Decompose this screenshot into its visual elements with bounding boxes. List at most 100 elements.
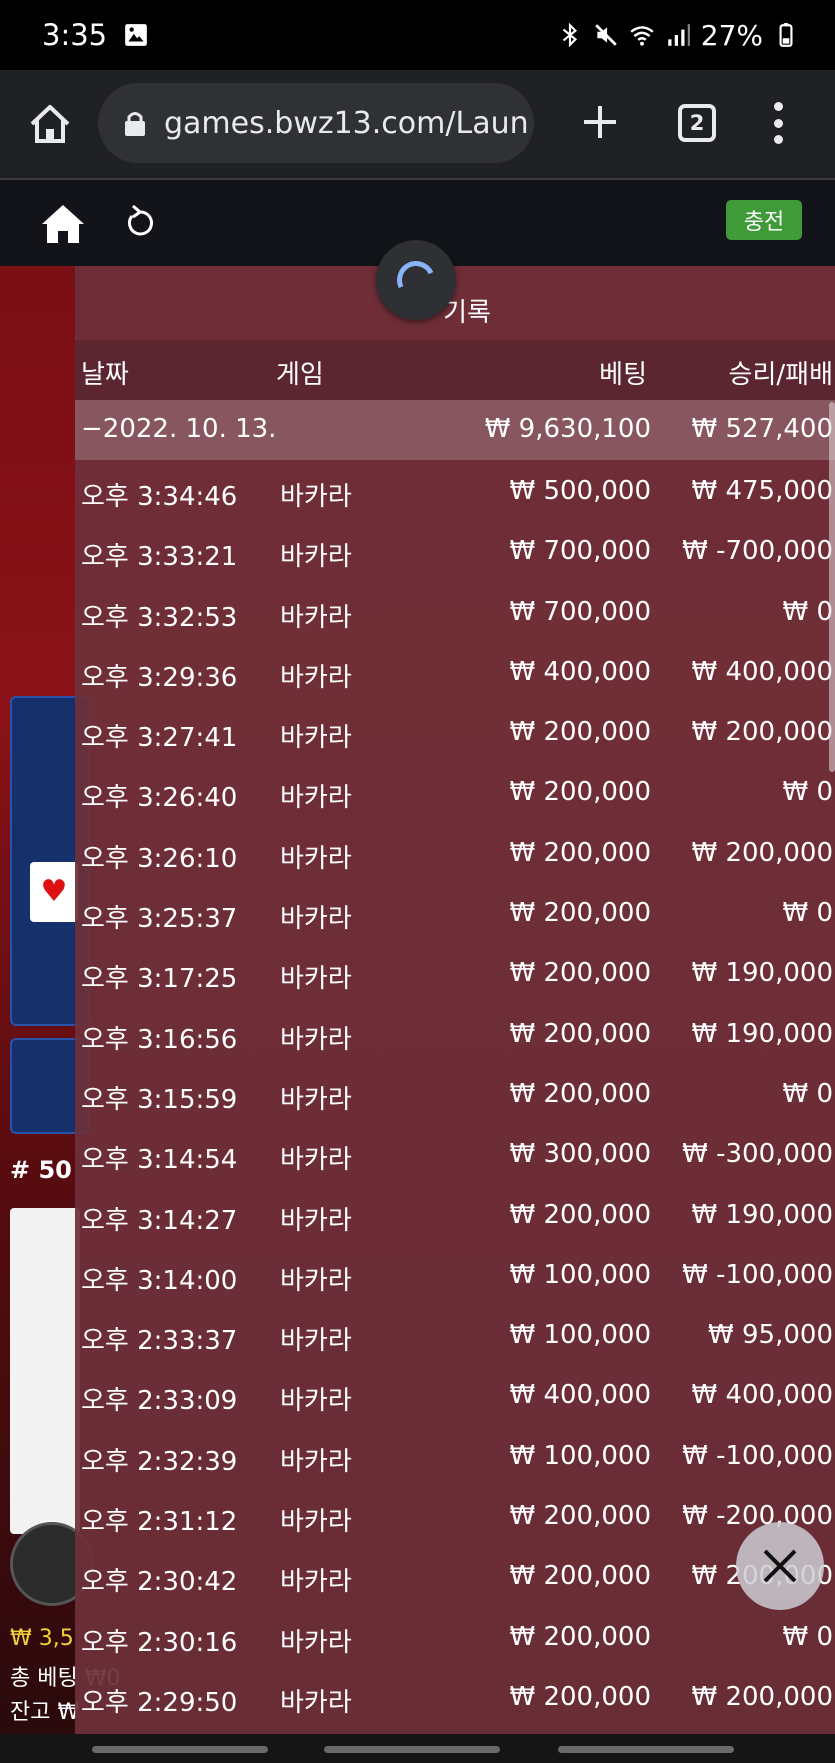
row-time: 오후 2:29:50	[81, 1687, 238, 1718]
history-row[interactable]: 오후 3:17:25 바카라 ₩ 200,000 ₩ 190,000	[75, 942, 835, 1002]
row-bet: ₩ 100,000	[509, 1259, 652, 1290]
row-time: 오후 3:26:40	[81, 783, 238, 814]
row-game: 바카라	[280, 723, 352, 754]
row-bet: ₩ 200,000	[509, 1199, 652, 1230]
row-win-loss: ₩ 0	[782, 596, 833, 627]
row-win-loss: ₩ 0	[782, 777, 833, 808]
row-win-loss: ₩ -300,000	[682, 1139, 833, 1170]
summary-date: −2022. 10. 13.	[81, 414, 277, 444]
row-game: 바카라	[280, 1024, 352, 1055]
row-game: 바카라	[280, 783, 352, 814]
row-win-loss: ₩ 200,000	[691, 717, 834, 748]
refresh-icon[interactable]	[124, 204, 156, 240]
history-row[interactable]: 오후 2:33:37 바카라 ₩ 100,000 ₩ 95,000	[75, 1304, 835, 1364]
row-bet: ₩ 200,000	[509, 837, 652, 868]
history-panel: 기록 날짜 게임 베팅 승리/패배 −2022. 10. 13. ₩ 9,630…	[75, 266, 835, 1734]
loading-spinner-icon	[376, 240, 456, 320]
row-time: 오후 3:17:25	[81, 964, 238, 995]
history-row[interactable]: 오후 3:14:00 바카라 ₩ 100,000 ₩ -100,000	[75, 1244, 835, 1304]
row-bet: ₩ 500,000	[509, 476, 652, 506]
row-time: 오후 2:30:16	[81, 1627, 238, 1658]
history-row[interactable]: 오후 3:14:54 바카라 ₩ 300,000 ₩ -300,000	[75, 1123, 835, 1183]
history-row[interactable]: 오후 2:30:42바카라₩ 200,000₩ 200,000	[75, 1545, 835, 1605]
balance-label: 잔고 ₩	[10, 1700, 80, 1725]
row-time: 오후 3:14:00	[81, 1265, 238, 1296]
row-game: 바카라	[280, 1627, 352, 1658]
row-game: 바카라	[280, 1205, 352, 1236]
nav-pill-center[interactable]	[324, 1746, 500, 1753]
row-win-loss: ₩ 190,000	[691, 1199, 834, 1230]
row-win-loss: ₩ 475,000	[691, 476, 834, 506]
row-bet: ₩ 200,000	[509, 1501, 652, 1532]
history-row[interactable]: 오후 2:29:50 바카라 ₩ 200,000 ₩ 200,000	[75, 1666, 835, 1726]
image-icon	[125, 24, 147, 46]
history-row[interactable]: 오후 3:26:10 바카라 ₩ 200,000 ₩ 200,000	[75, 822, 835, 882]
row-win-loss: ₩ 190,000	[691, 958, 834, 989]
column-game: 게임	[276, 360, 324, 390]
row-win-loss: ₩ -100,000	[682, 1440, 833, 1471]
history-row[interactable]: 오후 3:34:46 바카라 ₩ 500,000 ₩ 475,000	[75, 460, 835, 520]
row-win-loss: ₩ -100,000	[682, 1259, 833, 1290]
nav-pill-left[interactable]	[92, 1746, 268, 1753]
history-row[interactable]: 오후 3:25:37 바카라 ₩ 200,000 ₩ 0	[75, 882, 835, 942]
row-bet: ₩ 700,000	[509, 596, 652, 627]
browser-home-icon[interactable]	[26, 100, 74, 148]
history-row[interactable]: 오후 3:32:53 바카라 ₩ 700,000 ₩ 0	[75, 581, 835, 641]
row-bet: ₩ 700,000	[509, 536, 652, 567]
row-bet: ₩ 300,000	[509, 1139, 652, 1170]
row-game: 바카라	[280, 602, 352, 633]
history-row[interactable]: 오후 3:14:27 바카라 ₩ 200,000 ₩ 190,000	[75, 1184, 835, 1244]
address-bar[interactable]: games.bwz13.com/Laun	[98, 83, 534, 163]
battery-percent: 27%	[700, 18, 763, 52]
close-button[interactable]	[736, 1522, 824, 1610]
charge-button[interactable]: 충전	[726, 200, 802, 240]
row-game: 바카라	[280, 904, 352, 935]
history-row[interactable]: 오후 2:31:12 바카라 ₩ 200,000 ₩ -200,000	[75, 1485, 835, 1545]
signal-icon	[668, 24, 690, 46]
row-win-loss: ₩ 200,000	[691, 837, 834, 868]
row-bet: ₩ 100,000	[509, 1440, 652, 1471]
game-home-icon[interactable]	[40, 202, 86, 244]
row-time: 오후 3:29:36	[81, 662, 238, 693]
row-win-loss: ₩ 0	[782, 1078, 833, 1109]
summary-bet: ₩ 9,630,100	[484, 414, 651, 444]
history-row[interactable]: 오후 2:32:39 바카라 ₩ 100,000 ₩ -100,000	[75, 1425, 835, 1485]
road-board	[10, 1208, 80, 1534]
row-bet: ₩ 100,000	[509, 1320, 652, 1351]
history-row[interactable]: 오후 3:29:36 바카라 ₩ 400,000 ₩ 400,000	[75, 641, 835, 701]
scrollbar[interactable]	[829, 402, 835, 772]
history-row[interactable]: 오후 3:33:21 바카라 ₩ 700,000 ₩ -700,000	[75, 520, 835, 580]
browser-toolbar: games.bwz13.com/Laun 2	[0, 70, 835, 180]
row-win-loss: ₩ -200,000	[682, 1501, 833, 1532]
row-win-loss: ₩ 0	[782, 1621, 833, 1652]
history-row[interactable]: 오후 2:30:16 바카라 ₩ 200,000 ₩ 0	[75, 1606, 835, 1666]
nav-pill-right[interactable]	[558, 1746, 734, 1753]
mute-icon	[595, 24, 617, 46]
row-time: 오후 3:27:41	[81, 723, 238, 754]
row-time: 오후 3:32:53	[81, 602, 238, 633]
row-game: 바카라	[280, 1446, 352, 1477]
history-row[interactable]: 오후 3:16:56 바카라 ₩ 200,000 ₩ 190,000	[75, 1003, 835, 1063]
row-win-loss: ₩ 0	[782, 898, 833, 929]
row-bet: ₩ 200,000	[509, 898, 652, 929]
date-group-summary-row[interactable]: −2022. 10. 13. ₩ 9,630,100 ₩ 527,400	[75, 400, 835, 460]
heart-card-icon: ♥	[30, 862, 78, 922]
row-win-loss: ₩ 190,000	[691, 1018, 834, 1049]
history-row[interactable]: 오후 3:26:40 바카라 ₩ 200,000 ₩ 0	[75, 761, 835, 821]
url-text: games.bwz13.com/Laun	[164, 105, 529, 141]
row-game: 바카라	[280, 964, 352, 995]
browser-menu-icon[interactable]	[770, 102, 786, 144]
row-time: 오후 3:14:27	[81, 1205, 238, 1236]
row-game: 바카라	[280, 843, 352, 874]
clock: 3:35	[42, 18, 108, 52]
tab-switcher-button[interactable]: 2	[678, 104, 716, 142]
row-game: 바카라	[280, 1386, 352, 1417]
history-title: 기록	[443, 298, 491, 328]
battery-icon	[779, 23, 793, 47]
history-row[interactable]: 오후 2:33:09 바카라 ₩ 400,000 ₩ 400,000	[75, 1364, 835, 1424]
history-row[interactable]: 오후 3:15:59 바카라 ₩ 200,000 ₩ 0	[75, 1063, 835, 1123]
row-bet: ₩ 200,000	[509, 1018, 652, 1049]
row-win-loss: ₩ 200,000	[691, 1681, 834, 1712]
new-tab-plus-icon[interactable]	[578, 100, 622, 144]
history-row[interactable]: 오후 3:27:41 바카라 ₩ 200,000 ₩ 200,000	[75, 701, 835, 761]
